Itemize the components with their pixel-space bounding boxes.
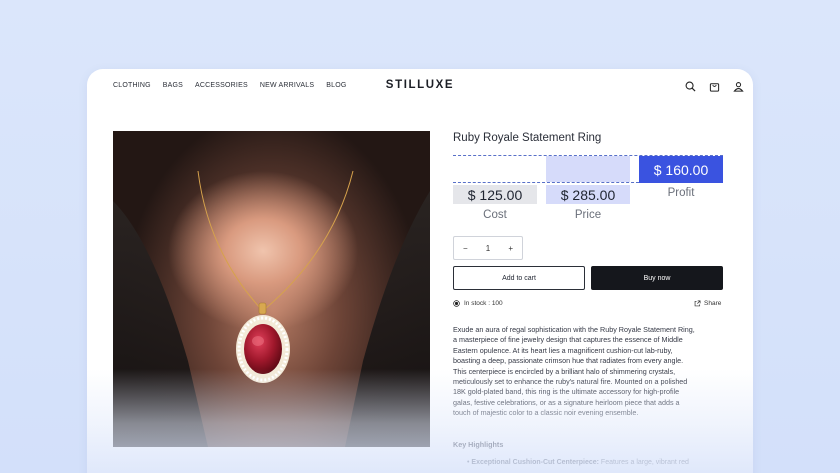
description-line: 18K gold-plated band, this ring is the u… (453, 387, 680, 397)
highlight-item: • Exceptional Cushion-Cut Centerpiece: F… (467, 459, 689, 466)
cart-icon[interactable] (708, 80, 721, 93)
description-line: meticulously set to enhance the ruby's n… (453, 377, 688, 387)
price-value: $ 285.00 (546, 185, 630, 204)
description-line: touch of majestic color to a classic noi… (453, 408, 639, 418)
header-icons (684, 80, 745, 93)
product-card: CLOTHING BAGS ACCESSORIES NEW ARRIVALS B… (87, 69, 753, 473)
quantity-stepper: − 1 + (453, 236, 523, 260)
description-line: Eastern opulence. At its heart lies a ma… (453, 345, 673, 355)
description-line: a masterpiece of fine jewelry design tha… (453, 335, 683, 345)
plus-icon[interactable]: + (508, 244, 513, 253)
brand-logo[interactable]: STILLUXE (386, 79, 454, 91)
cost-value: $ 125.00 (453, 185, 537, 204)
stock-text: In stock : 100 (464, 300, 503, 307)
price-highlight-band (546, 156, 630, 182)
profit-label: Profit (667, 187, 695, 199)
radio-dot-icon (453, 300, 460, 307)
dashed-guide-middle (453, 182, 639, 183)
description-line: Exude an aura of regal sophistication wi… (453, 325, 695, 334)
highlight-title: Exceptional Cushion-Cut Centerpiece: (471, 459, 599, 466)
add-to-cart-button[interactable]: Add to cart (453, 266, 585, 290)
profit-value: $ 160.00 (639, 156, 723, 183)
share-label: Share (704, 300, 722, 307)
description-line: boasting a deep, passionate crimson hue … (453, 356, 684, 366)
highlight-text: Features a large, vibrant red (598, 459, 689, 466)
minus-icon[interactable]: − (463, 244, 468, 253)
cost-label: Cost (483, 209, 507, 221)
share-icon (694, 300, 701, 307)
description-line: galas, festive celebrations, or as a sig… (453, 397, 680, 407)
key-highlights-heading: Key Highlights (453, 440, 504, 449)
buy-now-button[interactable]: Buy now (591, 266, 723, 290)
share-button[interactable]: Share (694, 300, 721, 307)
product-description: Exude an aura of regal sophistication wi… (453, 325, 725, 419)
search-icon[interactable] (684, 80, 697, 93)
price-label: Price (574, 209, 602, 221)
stock-status: In stock : 100 (453, 300, 503, 307)
user-icon[interactable] (732, 80, 745, 93)
product-title: Ruby Royale Statement Ring (453, 132, 602, 144)
product-image (113, 131, 430, 447)
brand-logo-wrap: STILLUXE (87, 79, 753, 91)
pricing-breakdown: $ 160.00 $ 125.00 $ 285.00 Cost Price Pr… (453, 155, 723, 225)
description-line: This centerpiece is encircled by a brill… (453, 366, 676, 376)
quantity-value[interactable]: 1 (486, 244, 490, 253)
